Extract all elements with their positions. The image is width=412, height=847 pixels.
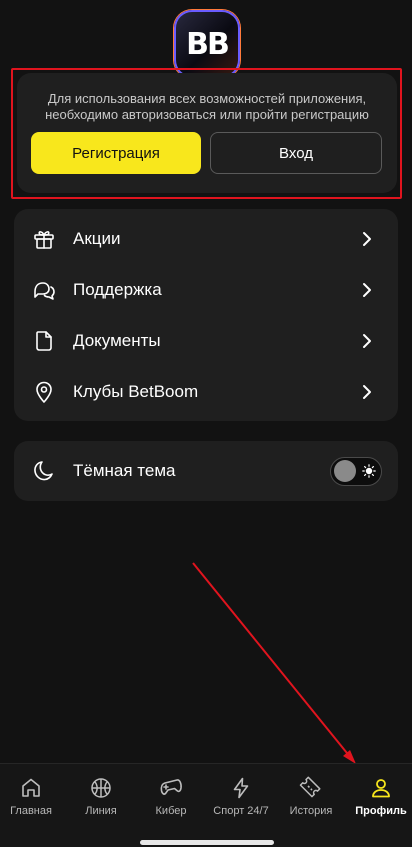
document-icon bbox=[36, 331, 52, 351]
chevron-right-icon bbox=[363, 334, 371, 348]
location-pin-icon bbox=[36, 381, 52, 403]
menu-item-label: Акции bbox=[73, 229, 121, 248]
home-indicator bbox=[140, 840, 274, 845]
chevron-right-icon bbox=[363, 232, 371, 246]
gift-icon bbox=[34, 231, 54, 249]
chevron-right-icon bbox=[363, 385, 371, 399]
nav-item-profile[interactable]: Профиль bbox=[347, 764, 412, 824]
menu-card: Акции Поддержка Документы Клубы BetBoom bbox=[14, 209, 398, 421]
ticket-icon bbox=[299, 776, 321, 798]
menu-item-support[interactable]: Поддержка bbox=[14, 265, 398, 315]
auth-highlight-box bbox=[11, 68, 402, 199]
menu-item-clubs[interactable]: Клубы BetBoom bbox=[14, 367, 398, 417]
profile-icon bbox=[372, 779, 390, 798]
dark-theme-toggle[interactable] bbox=[330, 457, 382, 486]
lightning-icon bbox=[233, 777, 249, 799]
nav-item-cyber[interactable]: Кибер bbox=[137, 764, 205, 824]
nav-item-sport247[interactable]: Спорт 24/7 bbox=[207, 764, 275, 824]
nav-label: История bbox=[289, 805, 333, 817]
toggle-knob bbox=[334, 460, 356, 482]
profile-screen: BB Для использования всех возможностей п… bbox=[0, 0, 412, 847]
nav-item-line[interactable]: Линия bbox=[67, 764, 135, 824]
theme-label: Тёмная тема bbox=[73, 461, 176, 480]
basketball-icon bbox=[91, 778, 111, 798]
menu-item-label: Клубы BetBoom bbox=[73, 382, 199, 401]
menu-item-label: Поддержка bbox=[73, 280, 162, 299]
nav-label: Кибер bbox=[155, 805, 187, 817]
moon-icon bbox=[34, 461, 53, 481]
home-icon bbox=[22, 778, 40, 797]
theme-card: Тёмная тема bbox=[14, 441, 398, 501]
menu-item-promotions[interactable]: Акции bbox=[14, 214, 398, 264]
chevron-right-icon bbox=[363, 283, 371, 297]
sun-icon bbox=[362, 464, 376, 478]
nav-label: Спорт 24/7 bbox=[213, 805, 269, 817]
logo-text: BB bbox=[186, 26, 230, 62]
menu-item-documents[interactable]: Документы bbox=[14, 316, 398, 366]
nav-item-history[interactable]: История bbox=[277, 764, 345, 824]
menu-item-label: Документы bbox=[73, 331, 161, 350]
nav-label: Линия bbox=[85, 805, 117, 817]
nav-label: Главная bbox=[10, 805, 52, 817]
bottom-nav: Главная Линия Кибер Спорт 24/7 История П… bbox=[0, 763, 412, 847]
nav-item-home[interactable]: Главная bbox=[0, 764, 65, 824]
gamepad-icon bbox=[160, 779, 182, 795]
nav-label: Профиль bbox=[355, 805, 407, 817]
chat-bubbles-icon bbox=[34, 282, 55, 300]
